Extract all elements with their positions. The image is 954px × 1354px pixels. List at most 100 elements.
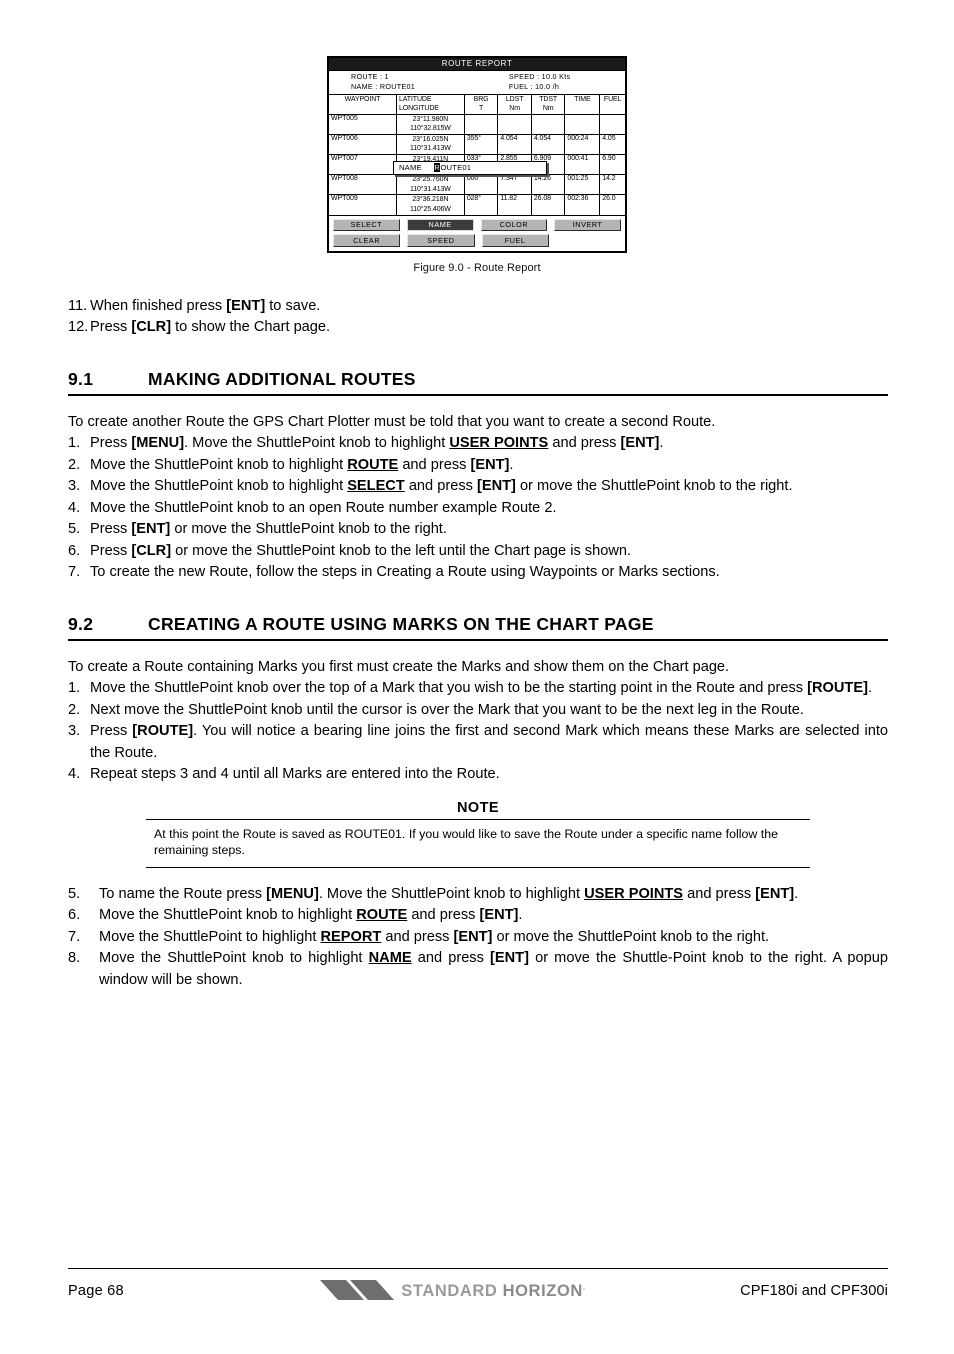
col-header-brg-l2: T (479, 105, 484, 113)
cell-lat: 23°16.025N (412, 135, 449, 143)
col-header-waypoint: WAYPOINT (329, 94, 397, 115)
table-row[interactable]: WPT008 23°25.760N 110°31.413W 000° 7.347… (329, 174, 625, 196)
cell-fuel: 4.05 (599, 134, 625, 156)
standard-horizon-chevron-icon (320, 1280, 395, 1300)
cell-waypoint: WPT008 (329, 174, 397, 196)
route-number-label: ROUTE : 1 (351, 72, 389, 82)
name-popup-value-rest: OUTE01 (440, 163, 472, 172)
col-header-tdst-l2: Nm (542, 105, 554, 113)
cell-time: 002:36 (564, 194, 601, 215)
list-item-text: When finished press [ENT] to save. (90, 297, 321, 314)
intro-steps-list: 11. When finished press [ENT] to save. 1… (68, 296, 888, 339)
cell-waypoint: WPT005 (329, 114, 397, 135)
cell-ldst: 7.347 (497, 174, 532, 196)
col-header-fuel-l1: FUEL (603, 95, 622, 103)
list-item-text: Press [CLR] to show the Chart page. (90, 319, 331, 336)
note-body: At this point the Route is saved as ROUT… (146, 818, 810, 868)
device-title-bar: ROUTE REPORT (329, 58, 625, 72)
list-item: 5. Press [ENT] or move the ShuttlePoint … (68, 519, 888, 541)
list-marker: 3. (68, 723, 81, 740)
cell-fuel: 6.90 (599, 154, 625, 176)
softkey-row-1: SELECT NAME COLOR INVERT (333, 218, 621, 232)
table-row[interactable]: WPT005 23°11.980N 110°32.815W (329, 114, 625, 135)
table-row[interactable]: WPT009 23°36.218N 110°25.406W 028° 11.82… (329, 194, 625, 215)
col-header-tdst: TDST Nm (531, 94, 566, 115)
list-item: 1. Move the ShuttlePoint knob over the t… (68, 678, 888, 700)
section-title: MAKING ADDITIONAL ROUTES (148, 368, 416, 389)
cell-time: 001:25 (564, 174, 601, 196)
cell-latlon: 23°11.980N 110°32.815W (396, 114, 465, 135)
list-item-text: To name the Route press [MENU]. Move the… (99, 885, 799, 902)
list-marker: 4. (68, 499, 81, 516)
list-marker: 6. (68, 907, 81, 924)
cell-ldst: 4.054 (497, 134, 532, 156)
section-number: 9.2 (68, 613, 94, 634)
list-marker: 7. (68, 928, 81, 945)
page-body: 11. When finished press [ENT] to save. 1… (0, 296, 954, 992)
list-item: 4. Repeat steps 3 and 4 until all Marks … (68, 764, 888, 786)
cell-fuel: 26.0 (602, 195, 616, 203)
name-popup-dialog[interactable]: NAME ROUTE01 (393, 161, 547, 175)
list-marker: 3. (68, 478, 81, 495)
cell-waypoint: WPT009 (329, 194, 397, 215)
device-info-row-1: ROUTE : 1 SPEED : 10.0 Kts (329, 72, 625, 82)
brand-word-standard: STANDARD (401, 1281, 498, 1300)
list-item: 11. When finished press [ENT] to save. (68, 296, 888, 318)
softkey-speed[interactable]: SPEED (407, 234, 475, 247)
list-marker: 5. (68, 521, 81, 538)
list-item-text: Move the ShuttlePoint knob to highlight … (99, 907, 523, 924)
cell-lat: 23°36.218N (412, 196, 449, 204)
figure-route-report: ROUTE REPORT ROUTE : 1 SPEED : 10.0 Kts … (0, 0, 954, 274)
cell-fuel (599, 114, 625, 135)
brand-logo: STANDARD HORIZON. (248, 1278, 658, 1304)
list-item: 7. Move the ShuttlePoint to highlight RE… (68, 927, 888, 949)
list-item-text: Move the ShuttlePoint knob to highlight … (90, 456, 514, 473)
list-marker: 7. (68, 564, 81, 581)
list-item-text: Repeat steps 3 and 4 until all Marks are… (90, 766, 500, 783)
page-number: Page 68 (68, 1283, 124, 1299)
softkey-color[interactable]: COLOR (480, 218, 548, 232)
softkey-empty-slot (556, 234, 621, 247)
list-item: 6. Move the ShuttlePoint knob to highlig… (68, 905, 888, 927)
softkey-invert[interactable]: INVERT (554, 218, 621, 232)
cell-time (564, 114, 601, 135)
softkey-name[interactable]: NAME (406, 218, 474, 232)
list-marker: 2. (68, 701, 81, 718)
list-marker: 2. (68, 456, 81, 473)
cell-latlon: 23°16.025N 110°31.413W (396, 134, 465, 156)
speed-label: SPEED : 10.0 Kts (508, 72, 571, 82)
cell-lon: 110°32.815W (409, 125, 451, 133)
section-9-2-intro: To create a Route containing Marks you f… (68, 658, 730, 675)
note-title: NOTE (457, 799, 499, 816)
figure-caption: Figure 9.0 - Route Report (413, 261, 541, 274)
list-marker: 6. (68, 542, 81, 559)
list-item: 2. Move the ShuttlePoint knob to highlig… (68, 455, 888, 477)
cell-brg: 000° (464, 174, 499, 196)
softkey-clear[interactable]: CLEAR (333, 234, 401, 247)
list-item-text: Press [CLR] or move the ShuttlePoint kno… (90, 542, 632, 559)
cell-lon: 110°25.406W (409, 206, 451, 214)
col-header-latlon: LATITUDE LONGITUDE (396, 94, 465, 115)
list-item-text: Move the ShuttlePoint knob over the top … (90, 680, 873, 697)
cell-fuel: 14.2 (599, 174, 625, 196)
list-item-text: Move the ShuttlePoint knob to highlight … (99, 950, 888, 988)
softkey-fuel[interactable]: FUEL (481, 234, 549, 247)
table-row[interactable]: WPT006 23°16.025N 110°31.413W 355° 4.054… (329, 134, 625, 156)
cell-ldst: 11.82 (497, 194, 532, 215)
cell-tdst: 26.08 (531, 194, 566, 215)
section-9-2-steps-before-note: 1. Move the ShuttlePoint knob over the t… (68, 678, 888, 786)
cell-waypoint: WPT006 (329, 134, 397, 156)
col-header-tdst-l1: TDST (539, 95, 558, 103)
cell-time: 000:41 (564, 154, 601, 176)
list-item-text: Press [ENT] or move the ShuttlePoint kno… (90, 521, 447, 538)
cell-tdst: 14.26 (531, 174, 566, 196)
list-item-text: Press [ROUTE]. You will notice a bearing… (90, 723, 889, 761)
list-item: 4. Move the ShuttlePoint knob to an open… (68, 498, 888, 520)
device-info-block: ROUTE : 1 SPEED : 10.0 Kts NAME : ROUTE0… (329, 71, 625, 95)
cell-ldst (497, 114, 532, 135)
list-marker: 12. (68, 319, 89, 336)
list-item: 6. Press [CLR] or move the ShuttlePoint … (68, 541, 888, 563)
cell-lat: 23°25.760N (412, 176, 449, 184)
name-popup-value[interactable]: ROUTE01 (433, 163, 472, 172)
softkey-select[interactable]: SELECT (333, 218, 400, 232)
